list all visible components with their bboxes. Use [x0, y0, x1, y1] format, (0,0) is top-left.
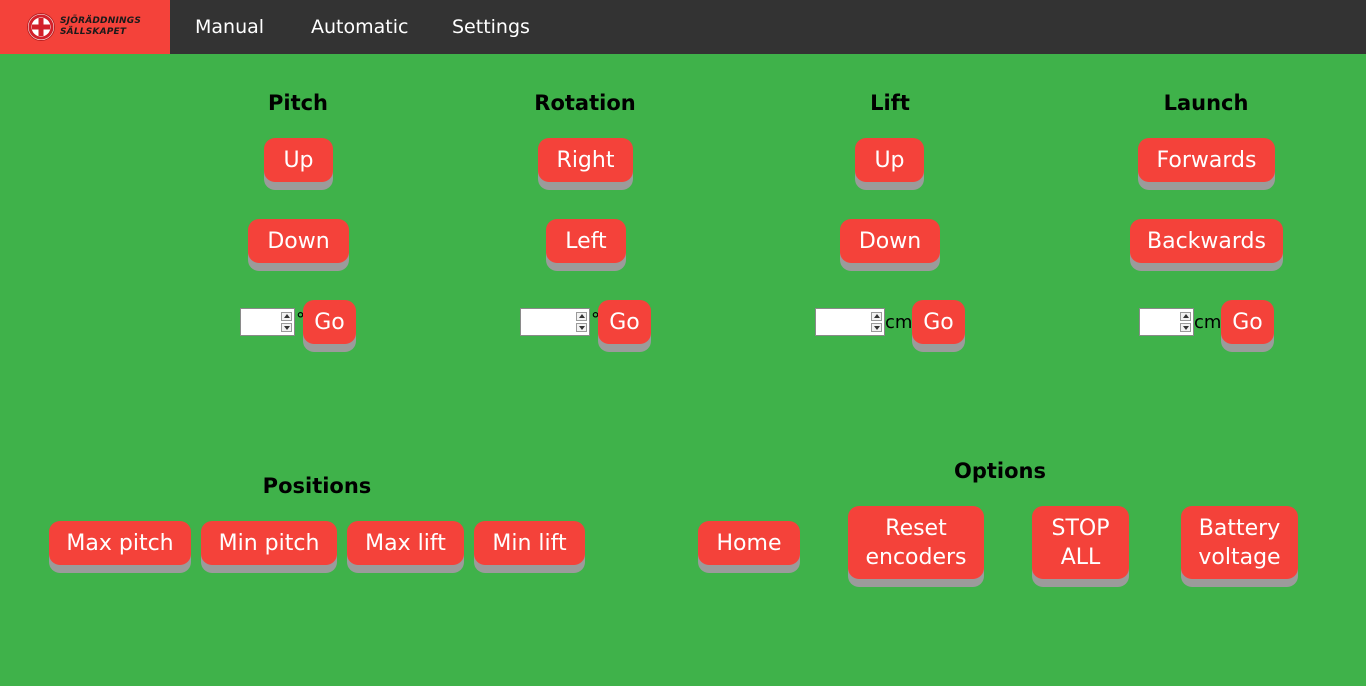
stepper-up-icon[interactable] [1180, 312, 1191, 321]
pitch-go-button[interactable]: Go [303, 300, 356, 344]
pitch-title: Pitch [267, 91, 329, 115]
rotation-right-button[interactable]: Right [538, 138, 633, 182]
stepper-up-icon[interactable] [871, 312, 882, 321]
rotation-left-button[interactable]: Left [546, 219, 626, 263]
launch-go-button[interactable]: Go [1221, 300, 1274, 344]
pitch-angle-stepper[interactable] [240, 308, 295, 336]
lifebuoy-cross-icon [27, 13, 55, 41]
brand-line-1: SJÖRÄDDNINGS [60, 16, 142, 26]
rotation-angle-stepper[interactable] [520, 308, 590, 336]
options-title: Options [954, 459, 1046, 483]
reset-encoders-line-2: encoders [865, 544, 967, 570]
launch-title: Launch [1163, 91, 1249, 115]
lift-down-button[interactable]: Down [840, 219, 940, 263]
positions-title: Positions [262, 474, 372, 498]
reset-encoders-line-1: Reset [885, 515, 947, 541]
stepper-down-icon[interactable] [871, 323, 882, 332]
nav-manual[interactable]: Manual [195, 0, 264, 54]
launch-forwards-button[interactable]: Forwards [1138, 138, 1275, 182]
stepper-up-icon[interactable] [576, 312, 587, 321]
brand-text: SJÖRÄDDNINGS SÄLLSKAPET [60, 16, 141, 38]
lift-go-button[interactable]: Go [912, 300, 965, 344]
min-lift-button[interactable]: Min lift [474, 521, 585, 565]
stepper-down-icon[interactable] [576, 323, 587, 332]
brand-logo[interactable]: SJÖRÄDDNINGS SÄLLSKAPET [0, 0, 170, 54]
lift-distance-stepper[interactable] [815, 308, 885, 336]
lift-title: Lift [870, 91, 910, 115]
nav-automatic[interactable]: Automatic [311, 0, 408, 54]
launch-backwards-button[interactable]: Backwards [1130, 219, 1283, 263]
reset-encoders-button[interactable]: Reset encoders [848, 506, 984, 579]
stop-all-line-1: STOP [1051, 515, 1110, 541]
launch-unit-label: cm [1194, 312, 1222, 333]
max-lift-button[interactable]: Max lift [347, 521, 464, 565]
min-pitch-button[interactable]: Min pitch [201, 521, 337, 565]
rotation-title: Rotation [534, 91, 636, 115]
battery-voltage-line-1: Battery [1198, 515, 1281, 541]
battery-voltage-button[interactable]: Battery voltage [1181, 506, 1298, 579]
pitch-down-button[interactable]: Down [248, 219, 349, 263]
max-pitch-button[interactable]: Max pitch [49, 521, 191, 565]
nav-settings[interactable]: Settings [452, 0, 530, 54]
stop-all-line-2: ALL [1060, 544, 1101, 570]
launch-distance-stepper[interactable] [1139, 308, 1194, 336]
stepper-down-icon[interactable] [281, 323, 292, 332]
home-button[interactable]: Home [698, 521, 800, 565]
battery-voltage-line-2: voltage [1198, 544, 1281, 570]
top-navigation-bar: SJÖRÄDDNINGS SÄLLSKAPET Manual Automatic… [0, 0, 1366, 54]
rotation-go-button[interactable]: Go [598, 300, 651, 344]
lift-unit-label: cm [885, 312, 913, 333]
stop-all-button[interactable]: STOP ALL [1032, 506, 1129, 579]
pitch-up-button[interactable]: Up [264, 138, 333, 182]
stepper-down-icon[interactable] [1180, 323, 1191, 332]
lift-up-button[interactable]: Up [855, 138, 924, 182]
brand-line-2: SÄLLSKAPET [60, 27, 127, 37]
stepper-up-icon[interactable] [281, 312, 292, 321]
